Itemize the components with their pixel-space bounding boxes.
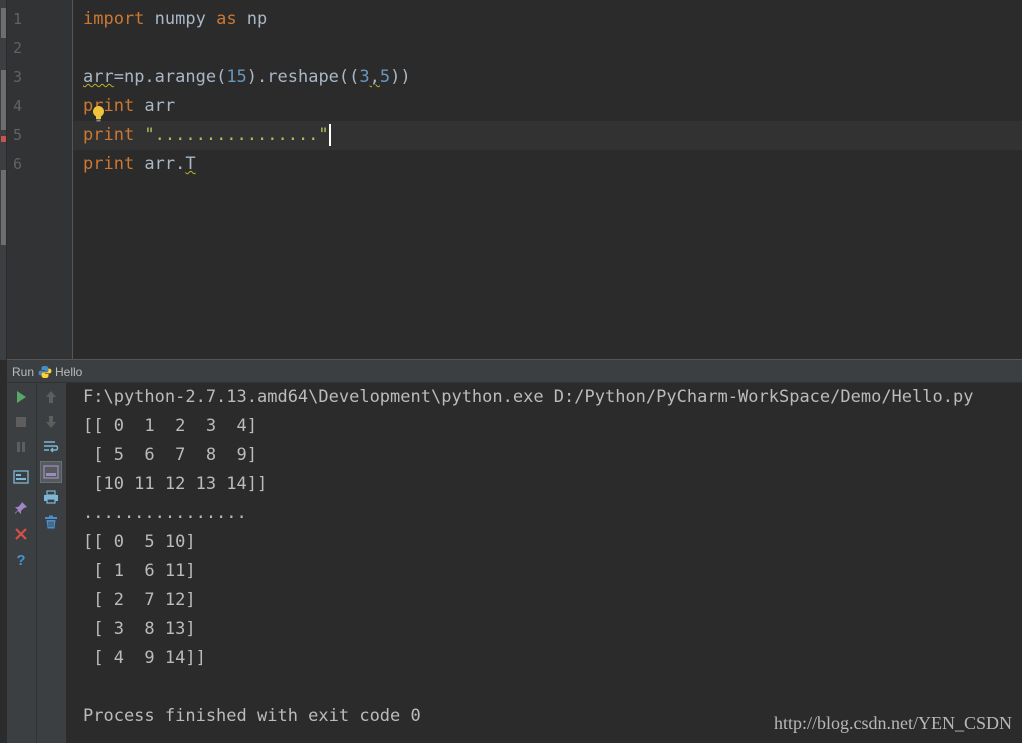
line-number: 3 <box>13 68 23 86</box>
tool-strip-tab-structure[interactable] <box>1 70 6 130</box>
console-line: [[ 0 1 2 3 4] <box>83 416 257 436</box>
line-number: 2 <box>13 39 23 57</box>
dump-threads-button[interactable] <box>10 466 32 488</box>
code-token: "................" <box>134 125 329 145</box>
run-toolbar-secondary <box>37 383 67 743</box>
soft-wrap-button[interactable] <box>40 436 62 458</box>
previous-occurrence-button[interactable] <box>40 386 62 408</box>
stop-icon <box>16 417 26 427</box>
print-icon <box>44 490 58 504</box>
code-line[interactable]: print arr.T <box>83 150 196 179</box>
arrow-up-icon <box>46 391 56 403</box>
code-token: arr <box>134 96 176 116</box>
arrow-down-icon <box>46 416 56 428</box>
code-token: =np.arange( <box>113 67 227 87</box>
help-icon: ? <box>16 552 25 567</box>
code-token: )) <box>390 67 411 87</box>
run-config-name[interactable]: Hello <box>55 365 82 379</box>
svg-text:?: ? <box>16 552 25 567</box>
tool-strip-tab-favorites[interactable] <box>1 170 6 245</box>
code-token: print <box>83 125 135 145</box>
pause-icon <box>17 442 25 452</box>
console-layout-icon <box>13 470 29 484</box>
code-token: print <box>83 154 135 174</box>
rerun-button[interactable] <box>10 386 32 408</box>
code-line[interactable]: print "................" <box>83 121 331 150</box>
stop-button[interactable] <box>10 411 32 433</box>
code-token: , <box>369 67 380 87</box>
pin-icon <box>15 502 27 514</box>
run-tab-label[interactable]: Run <box>12 365 34 379</box>
code-token: 15 <box>226 67 247 87</box>
print-button[interactable] <box>40 486 62 508</box>
code-token: ).reshape(( <box>246 67 360 87</box>
code-token: numpy <box>144 9 217 29</box>
soft-wrap-icon <box>44 441 59 453</box>
help-button[interactable]: ? <box>10 548 32 570</box>
code-line[interactable]: import numpy as np <box>83 5 267 34</box>
code-token: np <box>236 9 268 29</box>
code-token: arr. <box>134 154 186 174</box>
code-token: 5 <box>379 67 391 87</box>
scroll-to-end-icon <box>43 465 59 479</box>
pause-button[interactable] <box>10 436 32 458</box>
console-line: ................ <box>83 503 247 523</box>
console-line: F:\python-2.7.13.amd64\Development\pytho… <box>83 387 974 407</box>
text-caret <box>328 124 331 146</box>
close-icon <box>15 528 27 540</box>
code-line[interactable]: arr=np.arange(15).reshape((3,5)) <box>83 63 411 92</box>
close-run-button[interactable] <box>10 523 32 545</box>
run-console-output[interactable]: F:\python-2.7.13.amd64\Development\pytho… <box>67 383 1022 743</box>
code-token: print <box>83 96 135 116</box>
console-line: [10 11 12 13 14]] <box>83 474 268 494</box>
next-occurrence-button[interactable] <box>40 411 62 433</box>
code-token: import <box>83 9 145 29</box>
line-number: 1 <box>13 10 23 28</box>
line-number: 4 <box>13 97 23 115</box>
left-tool-strip[interactable] <box>0 0 7 360</box>
tool-strip-tab-project[interactable] <box>1 8 6 38</box>
code-token: arr <box>83 67 114 87</box>
console-line: [ 2 7 12] <box>83 590 196 610</box>
code-token: as <box>216 9 237 29</box>
code-token: 3 <box>359 67 370 87</box>
run-icon <box>17 391 26 403</box>
python-icon <box>38 366 52 378</box>
console-line: [ 5 6 7 8 9] <box>83 445 257 465</box>
error-marker <box>1 136 6 142</box>
trash-icon <box>45 515 57 529</box>
console-line: [ 1 6 11] <box>83 561 196 581</box>
code-editor[interactable]: 1 2 3 4 5 6 import numpy as np arr=np.ar… <box>7 0 1022 359</box>
code-token: T <box>185 154 196 174</box>
console-line: [[ 0 5 10] <box>83 532 196 552</box>
pin-tab-button[interactable] <box>10 497 32 519</box>
scroll-to-end-button[interactable] <box>40 461 62 483</box>
line-number-gutter: 1 2 3 4 5 6 <box>7 0 73 359</box>
clear-all-button[interactable] <box>40 511 62 533</box>
console-exit-message: Process finished with exit code 0 <box>83 706 421 726</box>
line-number: 5 <box>13 126 23 144</box>
intention-bulb-icon[interactable] <box>92 105 105 123</box>
console-line: [ 4 9 14]] <box>83 648 206 668</box>
run-toolbar-primary: ? <box>7 383 37 743</box>
line-number: 6 <box>13 155 23 173</box>
watermark: http://blog.csdn.net/YEN_CSDN <box>774 713 1012 733</box>
run-tool-window-header: Run Hello <box>7 359 1022 383</box>
console-line: [ 3 8 13] <box>83 619 196 639</box>
